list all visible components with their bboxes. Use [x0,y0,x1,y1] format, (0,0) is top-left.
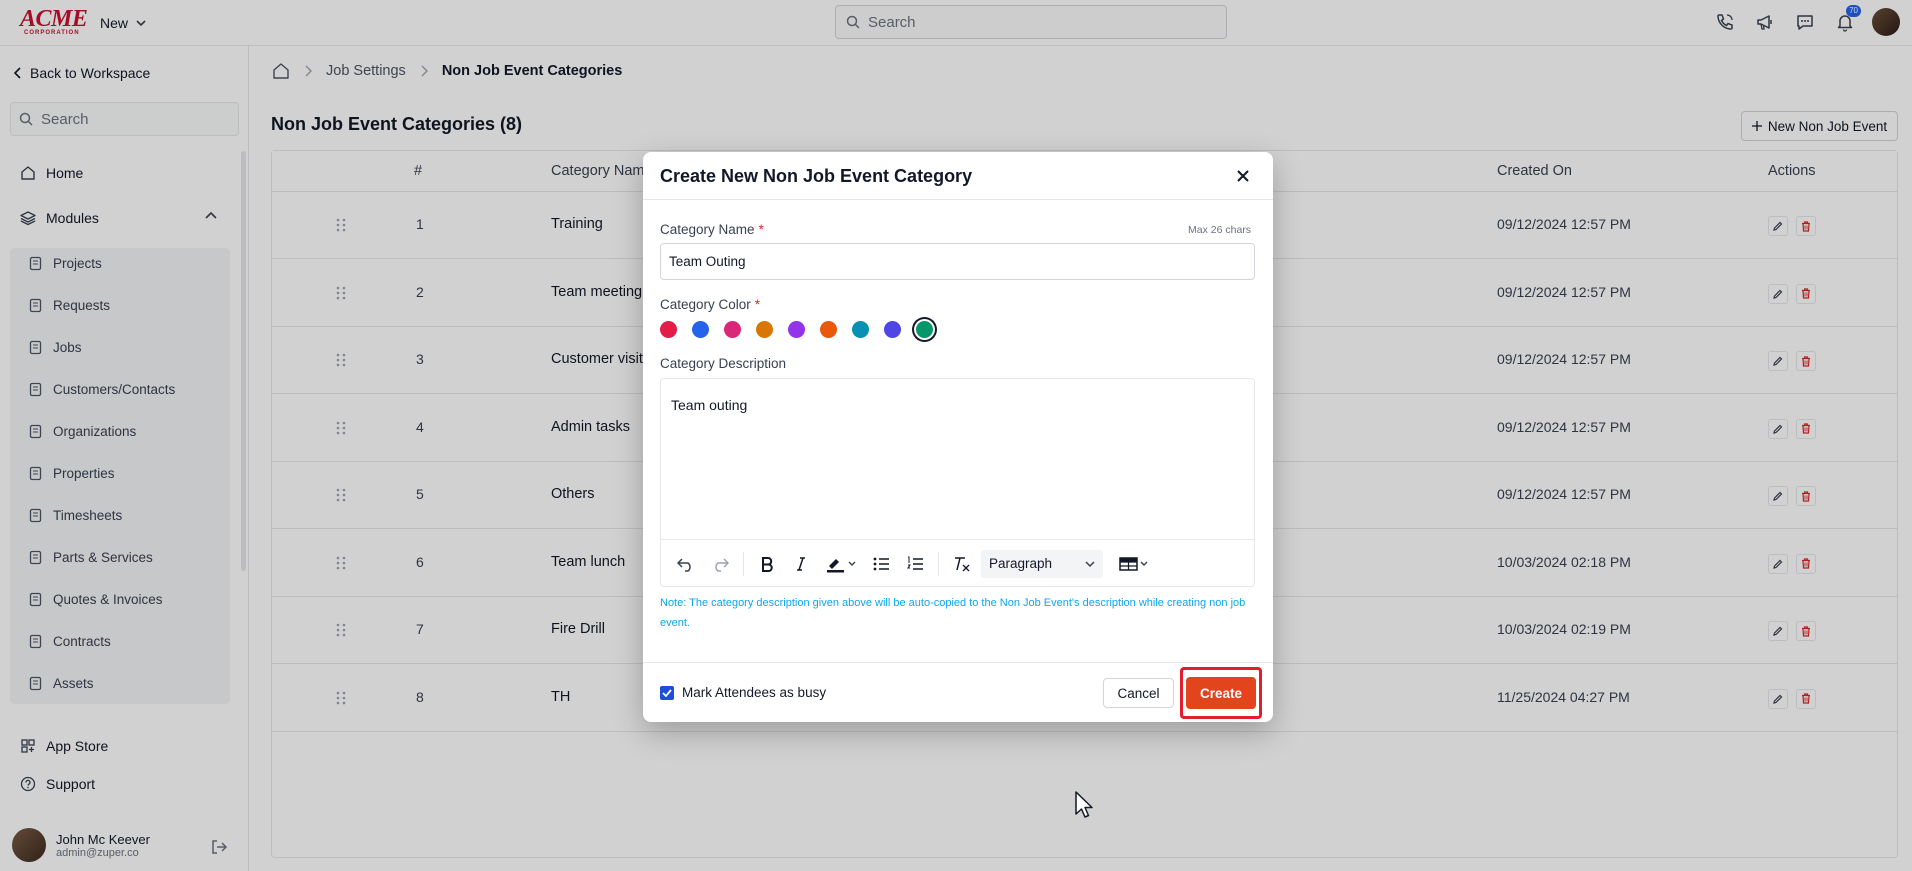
redo-icon [715,557,729,572]
close-icon [1237,170,1249,182]
check-icon [662,688,672,697]
color-swatch[interactable] [756,321,773,338]
color-swatch[interactable] [916,321,933,338]
category-name-input[interactable]: Team Outing [660,243,1255,280]
color-swatch[interactable] [724,321,741,338]
undo-icon [677,557,691,572]
color-picker [660,321,933,338]
create-button[interactable]: Create [1186,677,1256,709]
category-name-value: Team Outing [669,254,746,269]
mouse-cursor-icon [1075,791,1093,818]
color-swatch[interactable] [820,321,837,338]
undo-button[interactable] [671,549,701,579]
mark-attendees-busy-label: Mark Attendees as busy [682,685,827,700]
required-mark: * [758,222,764,237]
clear-format-icon [955,556,970,571]
create-category-modal: Create New Non Job Event Category Catego… [643,152,1273,722]
toolbar-divider [938,551,939,576]
modal-title: Create New Non Job Event Category [660,166,973,186]
highlighter-icon [827,558,856,572]
description-editor[interactable]: Team outing Paragraph [660,378,1255,587]
max-chars-hint: Max 26 chars [1188,224,1252,236]
color-swatch[interactable] [692,321,709,338]
category-name-label-text: Category Name [660,222,755,237]
category-name-label: Category Name * [660,222,764,237]
numbered-list-icon [907,556,923,570]
close-button[interactable] [1232,165,1254,187]
required-mark: * [754,297,761,312]
italic-icon [797,556,805,571]
numbered-list-button[interactable] [900,549,930,579]
category-color-label: Category Color * [660,297,760,312]
color-swatch[interactable] [884,321,901,338]
mark-attendees-busy-toggle[interactable]: Mark Attendees as busy [660,685,826,700]
toolbar-divider [743,551,744,576]
editor-toolbar: Paragraph [661,539,1254,587]
category-description-label: Category Description [660,356,787,371]
description-note: Note: The category description given abo… [660,597,1246,629]
insert-table-button[interactable] [1115,549,1155,579]
clear-formatting-button[interactable] [947,549,977,579]
bold-button[interactable] [752,549,782,579]
modal-footer: Mark Attendees as busy Cancel Create [643,662,1273,722]
description-text[interactable]: Team outing [671,397,747,413]
table-icon [1119,556,1148,571]
color-swatch[interactable] [788,321,805,338]
bullet-list-button[interactable] [866,549,896,579]
category-color-label-text: Category Color [660,297,751,312]
modal-header: Create New Non Job Event Category [643,152,1273,200]
color-swatch[interactable] [660,321,677,338]
chevron-down-icon [1085,560,1095,567]
italic-button[interactable] [786,549,816,579]
cancel-button[interactable]: Cancel [1103,678,1174,708]
redo-button[interactable] [705,549,735,579]
bullet-list-icon [873,557,889,570]
block-format-select[interactable]: Paragraph [981,549,1103,578]
color-swatch[interactable] [852,321,869,338]
block-format-value: Paragraph [989,556,1053,571]
checkbox-checked[interactable] [660,685,674,700]
highlight-color-button[interactable] [820,549,862,579]
bold-icon [762,556,773,572]
